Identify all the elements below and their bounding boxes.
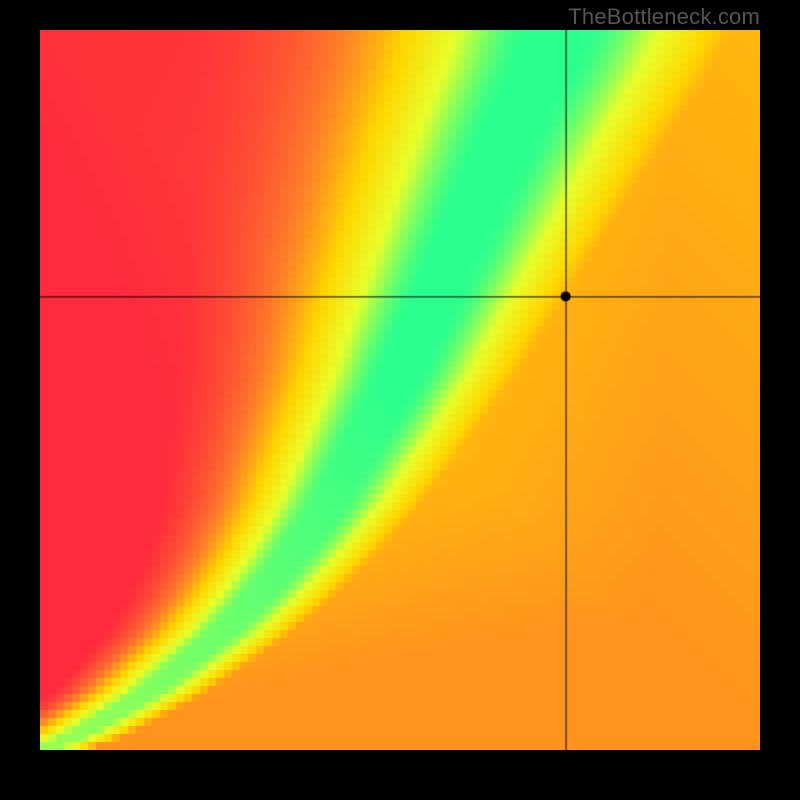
attribution-text: TheBottleneck.com — [568, 4, 760, 30]
chart-container: TheBottleneck.com — [0, 0, 800, 800]
heatmap-canvas — [40, 30, 760, 750]
